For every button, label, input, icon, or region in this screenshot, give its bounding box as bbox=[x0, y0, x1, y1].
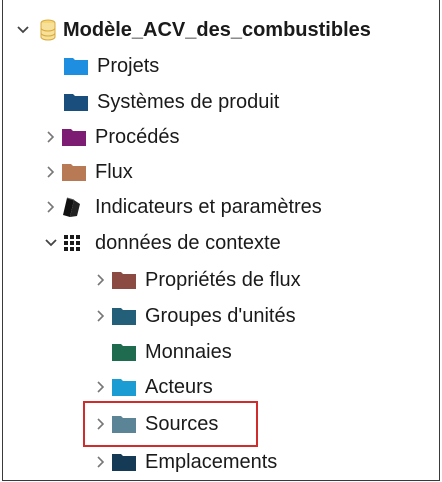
tree-item-label: Systèmes de produit bbox=[97, 91, 280, 113]
tree-item-flux[interactable]: Flux bbox=[41, 154, 133, 190]
tree-item-label: Groupes d'unités bbox=[145, 305, 296, 327]
tree-item-label: Propriétés de flux bbox=[145, 269, 301, 291]
tree-item-label: Flux bbox=[95, 161, 133, 183]
tree-item-label: Indicateurs et paramètres bbox=[95, 196, 322, 218]
tree-item-label: Acteurs bbox=[145, 376, 213, 398]
tree-root[interactable]: Modèle_ACV_des_combustibles bbox=[13, 12, 371, 48]
tree-item-acteurs[interactable]: Acteurs bbox=[91, 369, 213, 405]
tree-item-label: données de contexte bbox=[95, 232, 281, 254]
tree-item-emplacements[interactable]: Emplacements bbox=[91, 444, 277, 480]
chevron-right-icon[interactable] bbox=[91, 306, 111, 326]
navigation-tree: Modèle_ACV_des_combustibles Projets Syst… bbox=[2, 0, 440, 481]
chevron-right-icon[interactable] bbox=[91, 452, 111, 472]
chevron-down-icon[interactable] bbox=[13, 20, 33, 40]
tree-root-label: Modèle_ACV_des_combustibles bbox=[63, 19, 371, 41]
selection-highlight-box bbox=[83, 401, 258, 447]
folder-icon bbox=[111, 339, 145, 365]
tree-item-indicateurs-et-parametres[interactable]: Indicateurs et paramètres bbox=[41, 189, 322, 225]
database-icon bbox=[33, 17, 63, 43]
folder-icon bbox=[61, 124, 95, 150]
chevron-right-icon[interactable] bbox=[91, 270, 111, 290]
chevron-right-icon[interactable] bbox=[41, 127, 61, 147]
tree-item-projets[interactable]: Projets bbox=[63, 48, 159, 84]
folder-icon bbox=[63, 53, 97, 79]
folder-icon bbox=[111, 267, 145, 293]
grid-icon bbox=[61, 230, 95, 256]
chevron-right-icon[interactable] bbox=[41, 162, 61, 182]
folder-icon bbox=[111, 303, 145, 329]
tree-item-label: Emplacements bbox=[145, 451, 278, 473]
chevron-right-icon[interactable] bbox=[41, 197, 61, 217]
tree-item-donnees-de-contexte[interactable]: données de contexte bbox=[41, 225, 281, 261]
tree-item-label: Projets bbox=[97, 55, 160, 77]
tree-item-groupes-d-unites[interactable]: Groupes d'unités bbox=[91, 298, 296, 334]
tree-item-monnaies[interactable]: Monnaies bbox=[111, 334, 232, 370]
tree-item-procedes[interactable]: Procédés bbox=[41, 119, 180, 155]
folder-icon bbox=[111, 449, 145, 475]
folder-icon bbox=[111, 374, 145, 400]
tree-item-label: Monnaies bbox=[145, 341, 232, 363]
tree-item-label: Procédés bbox=[95, 126, 180, 148]
chevron-down-icon[interactable] bbox=[41, 233, 61, 253]
tree-item-systemes-de-produit[interactable]: Systèmes de produit bbox=[63, 84, 279, 120]
indicators-icon bbox=[61, 194, 95, 220]
folder-icon bbox=[61, 159, 95, 185]
tree-item-proprietes-de-flux[interactable]: Propriétés de flux bbox=[91, 262, 301, 298]
folder-icon bbox=[63, 89, 97, 115]
chevron-right-icon[interactable] bbox=[91, 377, 111, 397]
